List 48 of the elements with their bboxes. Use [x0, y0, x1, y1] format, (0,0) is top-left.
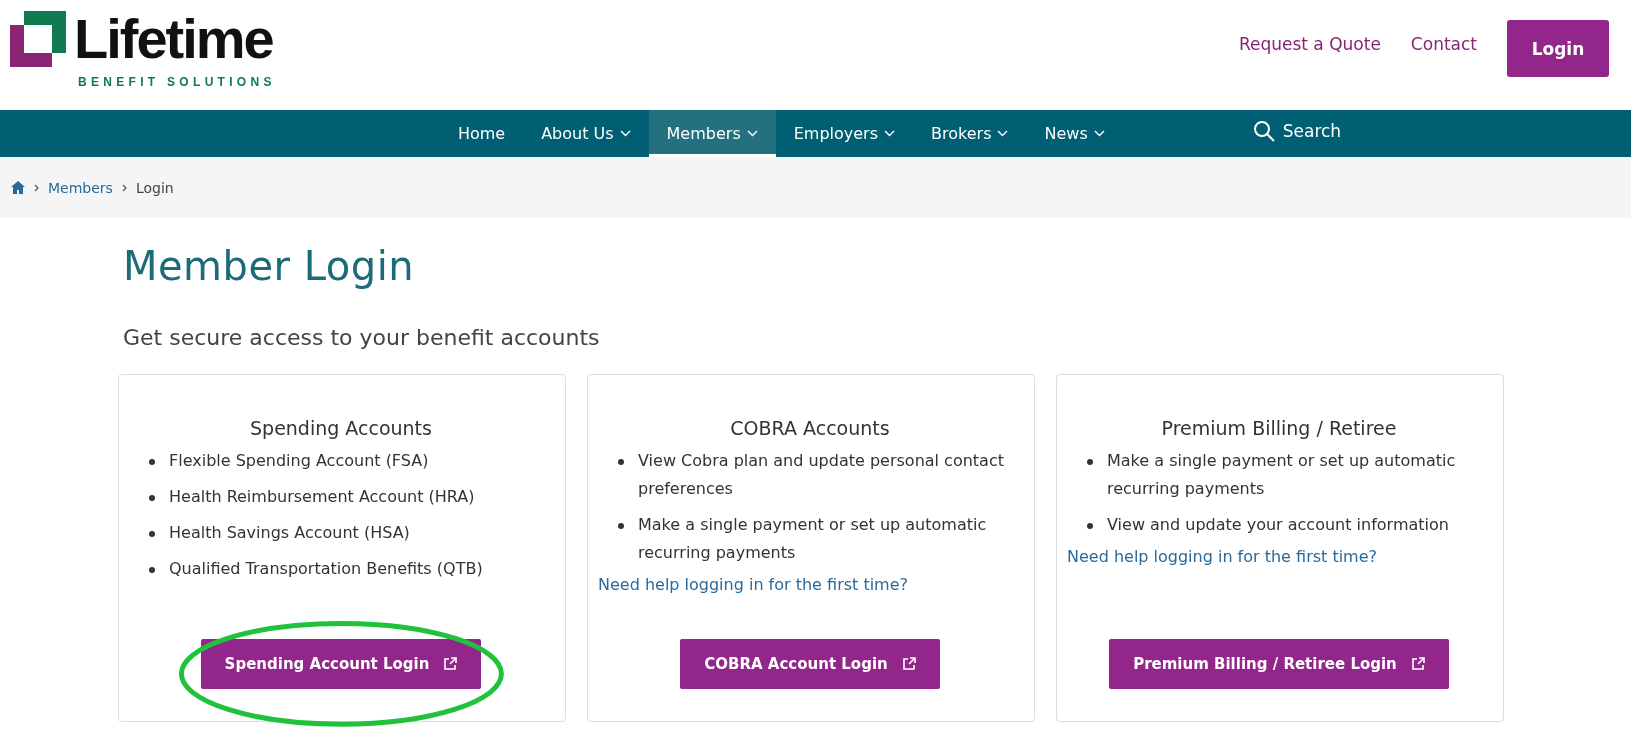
card-title: COBRA Accounts [729, 417, 891, 439]
login-button[interactable]: Premium Billing / Retiree Login [1109, 639, 1449, 689]
list-item: Health Savings Account (HSA) [169, 519, 553, 547]
external-link-icon [1410, 657, 1425, 671]
list-item: View Cobra plan and update personal contact preferences [638, 447, 1022, 503]
login-button[interactable]: COBRA Account Login [680, 639, 940, 689]
list-item: Qualified Transportation Benefits (QTB) [169, 555, 553, 583]
nav-tab[interactable]: Home [439, 110, 524, 157]
chevron-icon [121, 183, 127, 192]
bullet-icon [149, 459, 155, 465]
help-link[interactable]: Need help logging in for the first time? [598, 575, 909, 594]
nav-tab[interactable]: News [1026, 110, 1123, 157]
list-item: Make a single payment or set up automatic recurring payments [638, 511, 1022, 567]
home-icon[interactable] [11, 181, 25, 194]
bullet-icon [618, 523, 624, 529]
card-title: Spending Accounts [249, 417, 433, 439]
breadcrumb-link[interactable]: Members [48, 179, 113, 196]
search-icon [1252, 120, 1275, 142]
logo-wordmark: Lifetime [74, 11, 274, 67]
nav-tab[interactable]: Members [648, 110, 776, 157]
page-subtitle: Get secure access to your benefit accounts [123, 325, 601, 350]
external-link-icon [901, 657, 916, 671]
bullet-icon [149, 567, 155, 573]
bullet-icon [149, 495, 155, 501]
login-button[interactable]: Spending Account Login [200, 639, 482, 689]
bullet-icon [1087, 459, 1093, 465]
login-button[interactable]: Login [1507, 20, 1609, 77]
help-link[interactable]: Need help logging in for the first time? [1067, 547, 1378, 566]
search-button[interactable]: Search [1252, 110, 1342, 157]
nav-tab[interactable]: Employers [775, 110, 914, 157]
logo-tagline: BENEFIT SOLUTIONS [77, 75, 276, 89]
header-link[interactable]: Request a Quote [1238, 33, 1381, 54]
bullet-icon [1087, 523, 1093, 529]
list-item: Make a single payment or set up automatic recurring payments [1107, 447, 1491, 503]
nav-tab[interactable]: Brokers [913, 110, 1027, 157]
list-item: Flexible Spending Account (FSA) [169, 447, 553, 475]
external-link-icon [443, 657, 458, 671]
bullet-icon [618, 459, 624, 465]
header-link[interactable]: Contact [1410, 33, 1477, 54]
breadcrumb-current: Login [135, 179, 174, 196]
list-item: View and update your account information [1107, 511, 1491, 539]
logo-icon [10, 11, 66, 67]
page-title: Member Login [123, 243, 416, 289]
nav-tab[interactable]: About Us [523, 110, 649, 157]
card-title: Premium Billing / Retiree [1160, 417, 1398, 439]
list-item: Health Reimbursement Account (HRA) [169, 483, 553, 511]
bullet-icon [149, 531, 155, 537]
chevron-icon [34, 183, 39, 192]
